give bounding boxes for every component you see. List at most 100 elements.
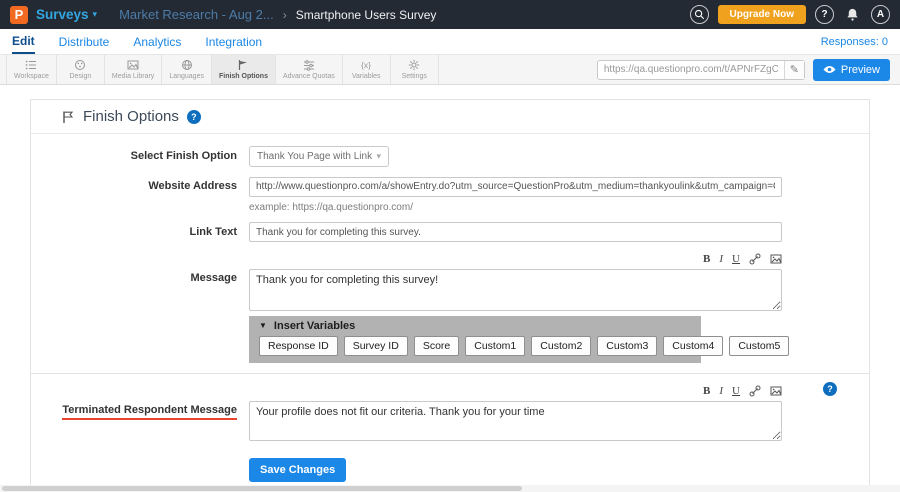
message-textarea[interactable]: Thank you for completing this survey! <box>249 269 782 311</box>
underline-button[interactable]: U <box>732 385 740 397</box>
notifications-button[interactable] <box>843 5 862 24</box>
variable-button-custom2[interactable]: Custom2 <box>531 336 591 356</box>
terminated-message-label: Terminated Respondent Message <box>62 404 237 420</box>
link-icon[interactable] <box>749 253 761 265</box>
website-address-input[interactable] <box>249 177 782 197</box>
variable-button-response-id[interactable]: Response ID <box>259 336 338 356</box>
italic-button[interactable]: I <box>719 253 723 265</box>
variable-button-custom3[interactable]: Custom3 <box>597 336 657 356</box>
toolbar-item-label: Finish Options <box>219 73 268 80</box>
breadcrumb-folder[interactable]: Market Research - Aug 2... <box>119 7 274 22</box>
horizontal-scrollbar[interactable] <box>0 485 900 492</box>
logo-letter: P <box>15 7 24 22</box>
italic-button[interactable]: I <box>719 385 723 397</box>
edit-toolbar: Workspace Design Media Library Languages… <box>0 55 900 85</box>
finish-options-card: Finish Options ? Select Finish Option Th… <box>30 99 870 492</box>
link-text-row: Link Text <box>31 222 869 243</box>
toolbar-item-finish-options[interactable]: Finish Options <box>212 55 276 84</box>
finish-option-select[interactable]: Thank You Page with Link ▾ <box>249 146 389 167</box>
card-header: Finish Options ? <box>31 100 869 134</box>
languages-icon <box>181 59 193 71</box>
insert-variables-title: Insert Variables <box>274 320 355 332</box>
design-icon <box>74 59 86 71</box>
header-actions: Upgrade Now ? A <box>690 5 890 24</box>
save-changes-button[interactable]: Save Changes <box>249 458 346 482</box>
upgrade-now-button[interactable]: Upgrade Now <box>718 5 806 24</box>
website-address-hint: example: https://qa.questionpro.com/ <box>249 202 869 213</box>
terminated-message-label-wrap: Terminated Respondent Message <box>31 384 249 482</box>
toolbar-item-label: Settings <box>402 73 427 80</box>
avatar-letter: A <box>877 9 884 20</box>
variable-button-custom5[interactable]: Custom5 <box>729 336 789 356</box>
preview-button[interactable]: Preview <box>813 59 890 81</box>
finish-options-icon <box>237 59 249 71</box>
tab-integration[interactable]: Integration <box>205 29 262 54</box>
variable-button-score[interactable]: Score <box>414 336 459 356</box>
finish-option-row: Select Finish Option Thank You Page with… <box>31 146 869 167</box>
link-icon[interactable] <box>749 385 761 397</box>
toolbar-item-languages[interactable]: Languages <box>162 55 212 84</box>
help-button[interactable]: ? <box>815 5 834 24</box>
variable-button-custom1[interactable]: Custom1 <box>465 336 525 356</box>
toolbar-item-workspace[interactable]: Workspace <box>6 55 57 84</box>
image-icon[interactable] <box>770 385 782 397</box>
edit-url-button[interactable]: ✎ <box>784 61 804 79</box>
tab-distribute[interactable]: Distribute <box>59 29 110 54</box>
question-icon: ? <box>191 112 197 122</box>
terminated-message-row: Terminated Respondent Message B I U <box>31 384 869 482</box>
toolbar-item-label: Advance Quotas <box>283 73 335 80</box>
bold-button[interactable]: B <box>703 385 710 397</box>
chevron-down-icon[interactable]: ▾ <box>93 9 98 20</box>
bell-icon <box>845 7 860 22</box>
gear-icon <box>408 59 420 71</box>
toolbar-item-media-library[interactable]: Media Library <box>105 55 162 84</box>
variable-button-survey-id[interactable]: Survey ID <box>344 336 408 356</box>
terminated-message-textarea[interactable]: Your profile does not fit our criteria. … <box>249 401 782 441</box>
toolbar-item-label: Design <box>69 73 91 80</box>
website-address-label: Website Address <box>31 176 249 213</box>
finish-option-label: Select Finish Option <box>31 146 249 167</box>
surveys-menu[interactable]: Surveys <box>36 7 89 22</box>
underline-button[interactable]: U <box>732 253 740 265</box>
survey-url-box: ✎ <box>597 60 805 80</box>
toolbar-item-label: Languages <box>169 73 204 80</box>
pencil-icon: ✎ <box>790 63 799 76</box>
toolbar-item-design[interactable]: Design <box>57 55 105 84</box>
message-label: Message <box>31 252 249 363</box>
link-text-label: Link Text <box>31 222 249 243</box>
page-help-button[interactable]: ? <box>187 110 201 124</box>
page-title: Finish Options <box>83 108 179 125</box>
scrollbar-thumb[interactable] <box>2 486 522 491</box>
image-icon[interactable] <box>770 253 782 265</box>
responses-count-link[interactable]: Responses: 0 <box>821 36 888 48</box>
insert-variables-panel: ▼ Insert Variables Response ID Survey ID… <box>249 316 701 363</box>
advance-quotas-icon <box>303 59 315 71</box>
media-library-icon <box>127 59 139 71</box>
website-address-row: Website Address example: https://qa.ques… <box>31 176 869 213</box>
terminated-editor-toolbar: B I U <box>249 384 782 398</box>
tab-analytics[interactable]: Analytics <box>133 29 181 54</box>
finish-options-form: Select Finish Option Thank You Page with… <box>31 134 869 482</box>
terminated-help-button[interactable]: ? <box>823 382 837 396</box>
section-nav: Edit Distribute Analytics Integration Re… <box>0 29 900 55</box>
breadcrumb-survey-name: Smartphone Users Survey <box>296 8 437 22</box>
toolbar-item-settings[interactable]: Settings <box>391 55 439 84</box>
toolbar-item-advance-quotas[interactable]: Advance Quotas <box>276 55 343 84</box>
search-button[interactable] <box>690 5 709 24</box>
preview-label: Preview <box>841 64 880 76</box>
toolbar-item-label: Media Library <box>112 73 154 80</box>
bold-button[interactable]: B <box>703 253 710 265</box>
survey-url-input[interactable] <box>598 64 784 75</box>
message-editor-toolbar: B I U <box>249 252 782 266</box>
insert-variables-buttons: Response ID Survey ID Score Custom1 Cust… <box>249 334 701 363</box>
link-text-input[interactable] <box>249 222 782 242</box>
tab-edit[interactable]: Edit <box>12 29 35 54</box>
svg-text:{x}: {x} <box>361 60 371 70</box>
variable-button-custom4[interactable]: Custom4 <box>663 336 723 356</box>
avatar[interactable]: A <box>871 5 890 24</box>
toolbar-item-variables[interactable]: {x} Variables <box>343 55 391 84</box>
help-icon: ? <box>821 9 827 20</box>
questionpro-logo[interactable]: P <box>10 6 28 24</box>
toolbar-item-label: Workspace <box>14 73 49 80</box>
insert-variables-header[interactable]: ▼ Insert Variables <box>249 316 701 334</box>
